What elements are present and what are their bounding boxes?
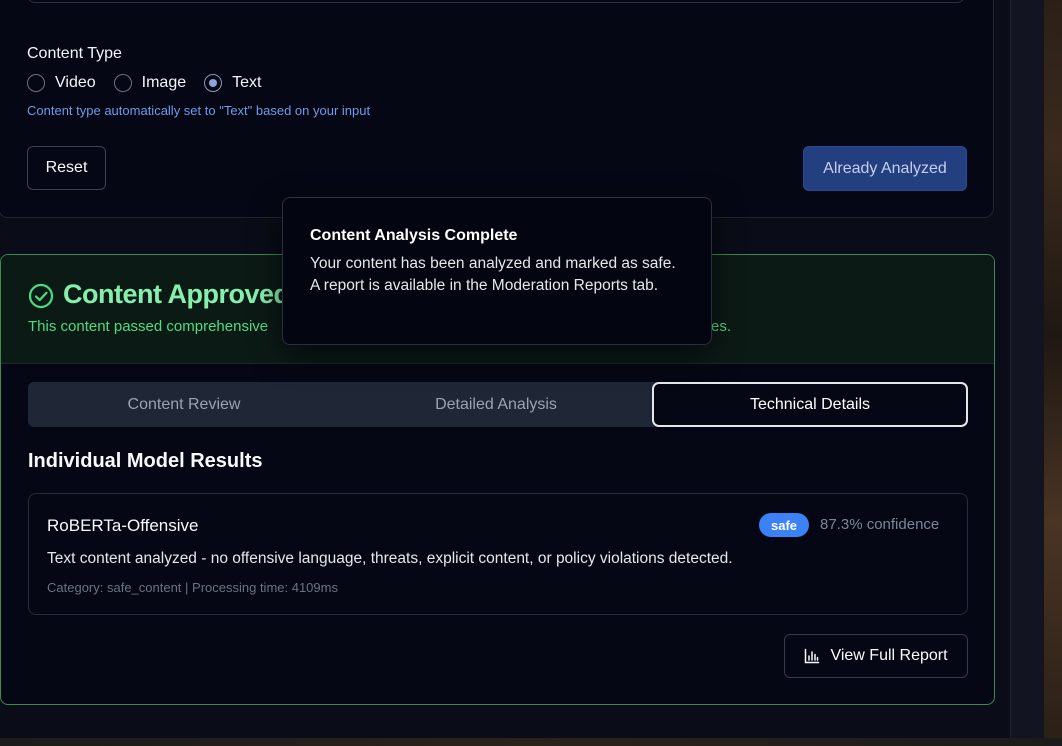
window-bottom-edge bbox=[0, 738, 1062, 746]
bar-chart-icon bbox=[805, 648, 820, 664]
desktop-wallpaper-edge bbox=[1044, 0, 1062, 746]
tab-detailed-analysis[interactable]: Detailed Analysis bbox=[340, 382, 652, 427]
background-panel-edge bbox=[1010, 0, 1044, 746]
view-full-report-label: View Full Report bbox=[830, 647, 948, 664]
tab-content-review[interactable]: Content Review bbox=[28, 382, 340, 427]
approved-subtitle-end: es. bbox=[711, 318, 732, 335]
radio-text-label: Text bbox=[232, 74, 262, 91]
content-input-field[interactable] bbox=[27, 0, 965, 3]
content-type-hint: Content type automatically set to "Text"… bbox=[27, 103, 371, 118]
radio-checked-icon[interactable] bbox=[204, 74, 223, 92]
model-meta: Category: safe_content | Processing time… bbox=[47, 580, 338, 595]
radio-circle-icon[interactable] bbox=[113, 74, 132, 92]
radio-image-label: Image bbox=[141, 74, 187, 91]
radio-video[interactable]: Video bbox=[27, 74, 96, 92]
model-description: Text content analyzed - no offensive lan… bbox=[47, 550, 733, 567]
radio-video-label: Video bbox=[55, 74, 96, 91]
toast-title: Content Analysis Complete bbox=[310, 227, 518, 244]
radio-text[interactable]: Text bbox=[204, 74, 261, 92]
status-badge: safe bbox=[759, 513, 810, 537]
radio-image[interactable]: Image bbox=[113, 74, 187, 92]
confidence-value: 87.3% confidence bbox=[820, 516, 940, 533]
approved-subtitle: This content passed comprehensive bbox=[28, 318, 269, 335]
model-name: RoBERTa-Offensive bbox=[47, 516, 199, 535]
content-type-radio-group: Video Image Text bbox=[27, 74, 261, 92]
reset-button[interactable]: Reset bbox=[27, 146, 106, 190]
section-title: Individual Model Results bbox=[28, 450, 263, 472]
radio-circle-icon[interactable] bbox=[27, 74, 45, 92]
view-full-report-button[interactable]: View Full Report bbox=[784, 634, 968, 678]
results-tabs: Content Review Detailed Analysis Technic… bbox=[28, 382, 968, 427]
already-analyzed-button[interactable]: Already Analyzed bbox=[803, 146, 967, 191]
toast-body: Your content has been analyzed and marke… bbox=[310, 255, 676, 294]
check-circle-icon bbox=[28, 283, 54, 309]
content-type-label: Content Type bbox=[27, 45, 122, 62]
analysis-complete-toast[interactable]: Content Analysis Complete Your content h… bbox=[282, 197, 712, 345]
approved-title: Content Approved bbox=[63, 279, 290, 309]
tab-technical-details[interactable]: Technical Details bbox=[652, 382, 968, 427]
model-result-card: RoBERTa-Offensive safe 87.3% confidence … bbox=[28, 493, 968, 615]
